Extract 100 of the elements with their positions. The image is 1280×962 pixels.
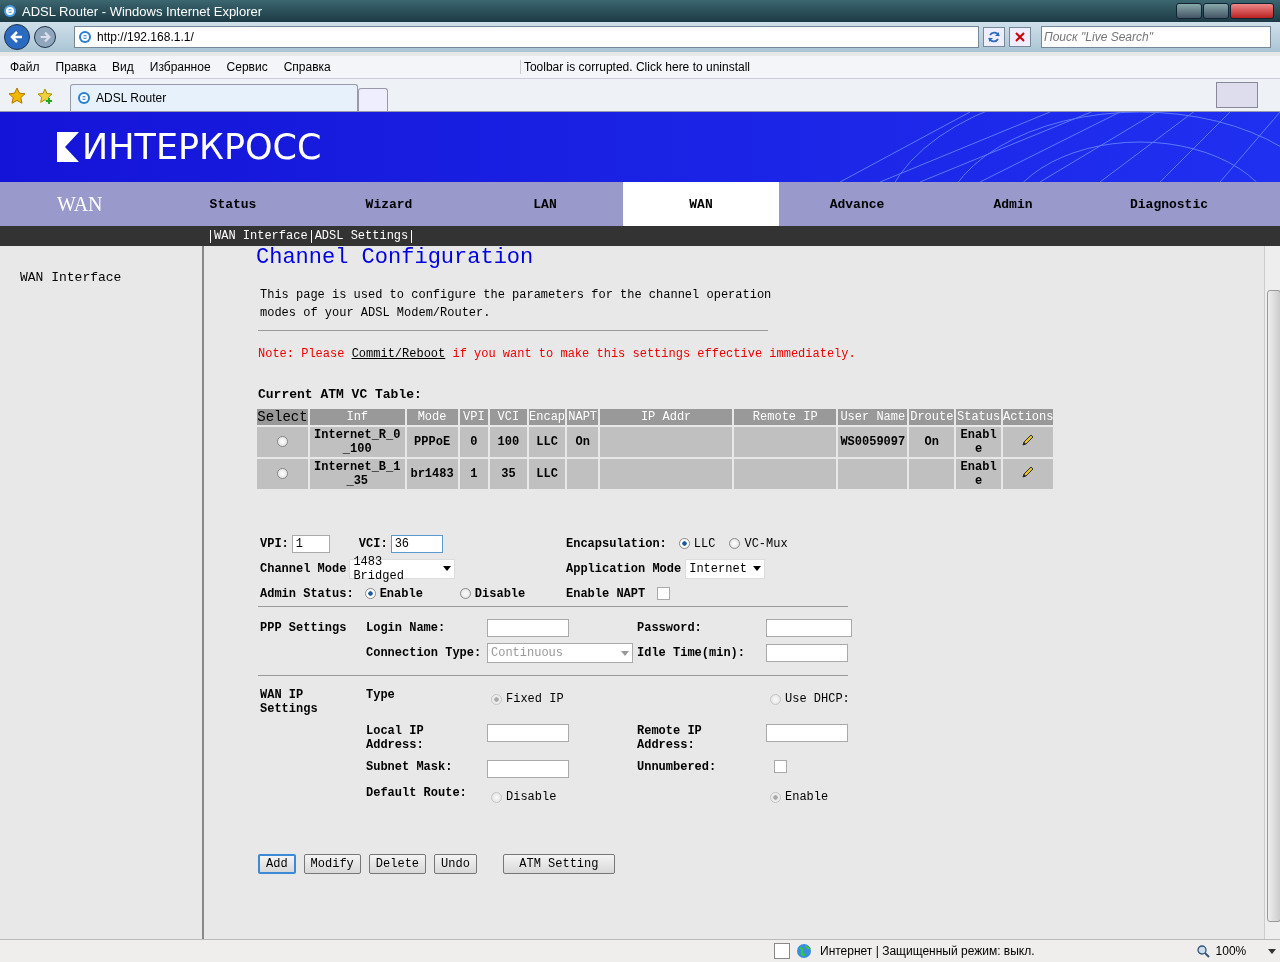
radio-option[interactable]: Disable — [459, 586, 526, 601]
minimize-button[interactable] — [1176, 3, 1202, 19]
address-field[interactable]: http://192.168.1.1/ — [74, 26, 979, 48]
vpi-input[interactable]: 1 — [291, 534, 330, 553]
menu-item[interactable]: Вид — [112, 60, 134, 74]
section-label: PPP Settings — [260, 621, 348, 635]
table-cell: 1 — [470, 467, 478, 481]
pencil-icon[interactable] — [1021, 433, 1035, 447]
table-cell: LLC — [536, 467, 558, 481]
login-name-input[interactable] — [487, 619, 569, 637]
column-header: User Name — [838, 409, 908, 425]
enable-napt-checkbox[interactable] — [657, 587, 671, 600]
sidebar-item[interactable]: WAN Interface — [0, 270, 202, 285]
page-icon — [78, 30, 92, 44]
stop-button[interactable] — [1009, 27, 1031, 47]
idle-time-input[interactable] — [766, 644, 848, 662]
password-input[interactable] — [766, 619, 852, 637]
toolbar-notice[interactable]: Toolbar is corrupted. Click here to uninstall — [519, 60, 750, 74]
subnav-link[interactable]: ADSL Settings — [310, 229, 413, 243]
section-label: WAN IP Settings — [260, 688, 319, 716]
forward-button[interactable] — [34, 26, 56, 48]
star-icon[interactable] — [8, 87, 26, 105]
field-label: Encapsulation: — [566, 536, 667, 551]
field-label: Enable NAPT — [566, 586, 646, 601]
column-header: VPI — [459, 409, 489, 425]
table-cell: On — [575, 435, 590, 449]
form-button[interactable]: ATM Setting — [502, 854, 615, 874]
table-cell: Enable — [960, 460, 997, 488]
pencil-icon[interactable] — [1021, 465, 1035, 479]
subnav-link[interactable]: WAN Interface — [210, 229, 311, 243]
page-icon — [77, 91, 91, 105]
application-mode-dropdown[interactable]: Internet — [685, 558, 766, 579]
add-star-icon[interactable] — [36, 87, 54, 105]
table-cell: br1483 — [410, 467, 454, 481]
nav-tab[interactable]: Status — [155, 182, 311, 226]
nav-tab[interactable]: Wizard — [311, 182, 467, 226]
column-header: Droute — [909, 409, 955, 425]
field-label: Unnumbered: — [637, 760, 718, 774]
form-button[interactable]: Modify — [303, 854, 361, 874]
table-title: Current ATM VC Table: — [258, 387, 423, 402]
arrow-right-icon — [38, 30, 52, 44]
table-cell: Enable — [960, 428, 997, 456]
page-heading: Channel Configuration — [256, 246, 535, 270]
radio-option[interactable]: LLC — [678, 536, 716, 551]
form-button[interactable]: Add — [258, 854, 296, 874]
zoom-icon — [1196, 944, 1210, 958]
field-label: Subnet Mask: — [366, 760, 454, 774]
radio-option[interactable]: Enable — [364, 586, 423, 601]
table-cell: 100 — [497, 435, 520, 449]
subnet-mask-input[interactable] — [487, 760, 569, 778]
column-header: IP Addr — [599, 409, 733, 425]
row-select-radio[interactable] — [276, 436, 288, 448]
column-header: Select — [257, 409, 308, 425]
column-header: Mode — [406, 409, 458, 425]
local-ip-input[interactable] — [487, 724, 569, 742]
nav-tab[interactable]: Admin — [935, 182, 1091, 226]
table-cell: On — [924, 435, 939, 449]
new-tab-button[interactable] — [358, 88, 388, 111]
caret-icon — [753, 566, 762, 571]
menu-item[interactable]: Справка — [283, 60, 331, 74]
refresh-button[interactable] — [983, 27, 1005, 47]
scrollbar[interactable] — [1264, 246, 1280, 939]
logo: ИНТЕРКРОСС — [82, 127, 322, 167]
column-header: Actions — [1003, 409, 1053, 425]
table-cell: PPPoE — [414, 435, 451, 449]
table-cell: 35 — [501, 467, 516, 481]
menu-item[interactable]: Избранное — [149, 60, 211, 74]
field-label: Login Name: — [366, 621, 447, 635]
vci-input[interactable]: 36 — [390, 534, 443, 553]
close-button[interactable] — [1230, 3, 1274, 19]
menu-item[interactable]: Правка — [55, 60, 97, 74]
nav-tab[interactable]: WAN — [623, 182, 779, 226]
maximize-button[interactable] — [1203, 3, 1229, 19]
refresh-icon — [987, 30, 1001, 44]
close-icon — [1014, 31, 1026, 43]
field-label: Local IP Address: — [366, 724, 425, 752]
form-button[interactable]: Undo — [434, 854, 477, 874]
radio-option[interactable]: VC-Mux — [729, 536, 788, 551]
field-label: Password: — [637, 621, 703, 635]
toolbar-tools-button[interactable] — [1216, 82, 1258, 108]
logo-mark-icon — [57, 132, 79, 162]
field-label: Application Mode — [566, 561, 682, 576]
remote-ip-input[interactable] — [766, 724, 848, 742]
menu-item[interactable]: Сервис — [226, 60, 268, 74]
search-field[interactable]: Поиск "Live Search" — [1041, 26, 1271, 48]
caret-icon — [443, 566, 452, 571]
back-button[interactable] — [4, 24, 30, 50]
row-select-radio[interactable] — [276, 468, 288, 480]
nav-tab[interactable]: LAN — [467, 182, 623, 226]
window-title: ADSL Router - Windows Internet Explorer — [22, 3, 264, 19]
zoom-level[interactable]: 100% — [1215, 944, 1247, 958]
form-button[interactable]: Delete — [368, 854, 427, 874]
browser-tab[interactable]: ADSL Router — [70, 84, 358, 111]
nav-tab[interactable]: Advance — [779, 182, 935, 226]
caret-icon[interactable] — [1268, 948, 1277, 954]
nav-tab[interactable]: Diagnostic — [1091, 182, 1247, 226]
table-cell: 0 — [470, 435, 478, 449]
menu-item[interactable]: Файл — [10, 60, 40, 74]
commit-reboot-link[interactable]: Commit/Reboot — [351, 347, 446, 361]
column-header: Encap — [528, 409, 566, 425]
